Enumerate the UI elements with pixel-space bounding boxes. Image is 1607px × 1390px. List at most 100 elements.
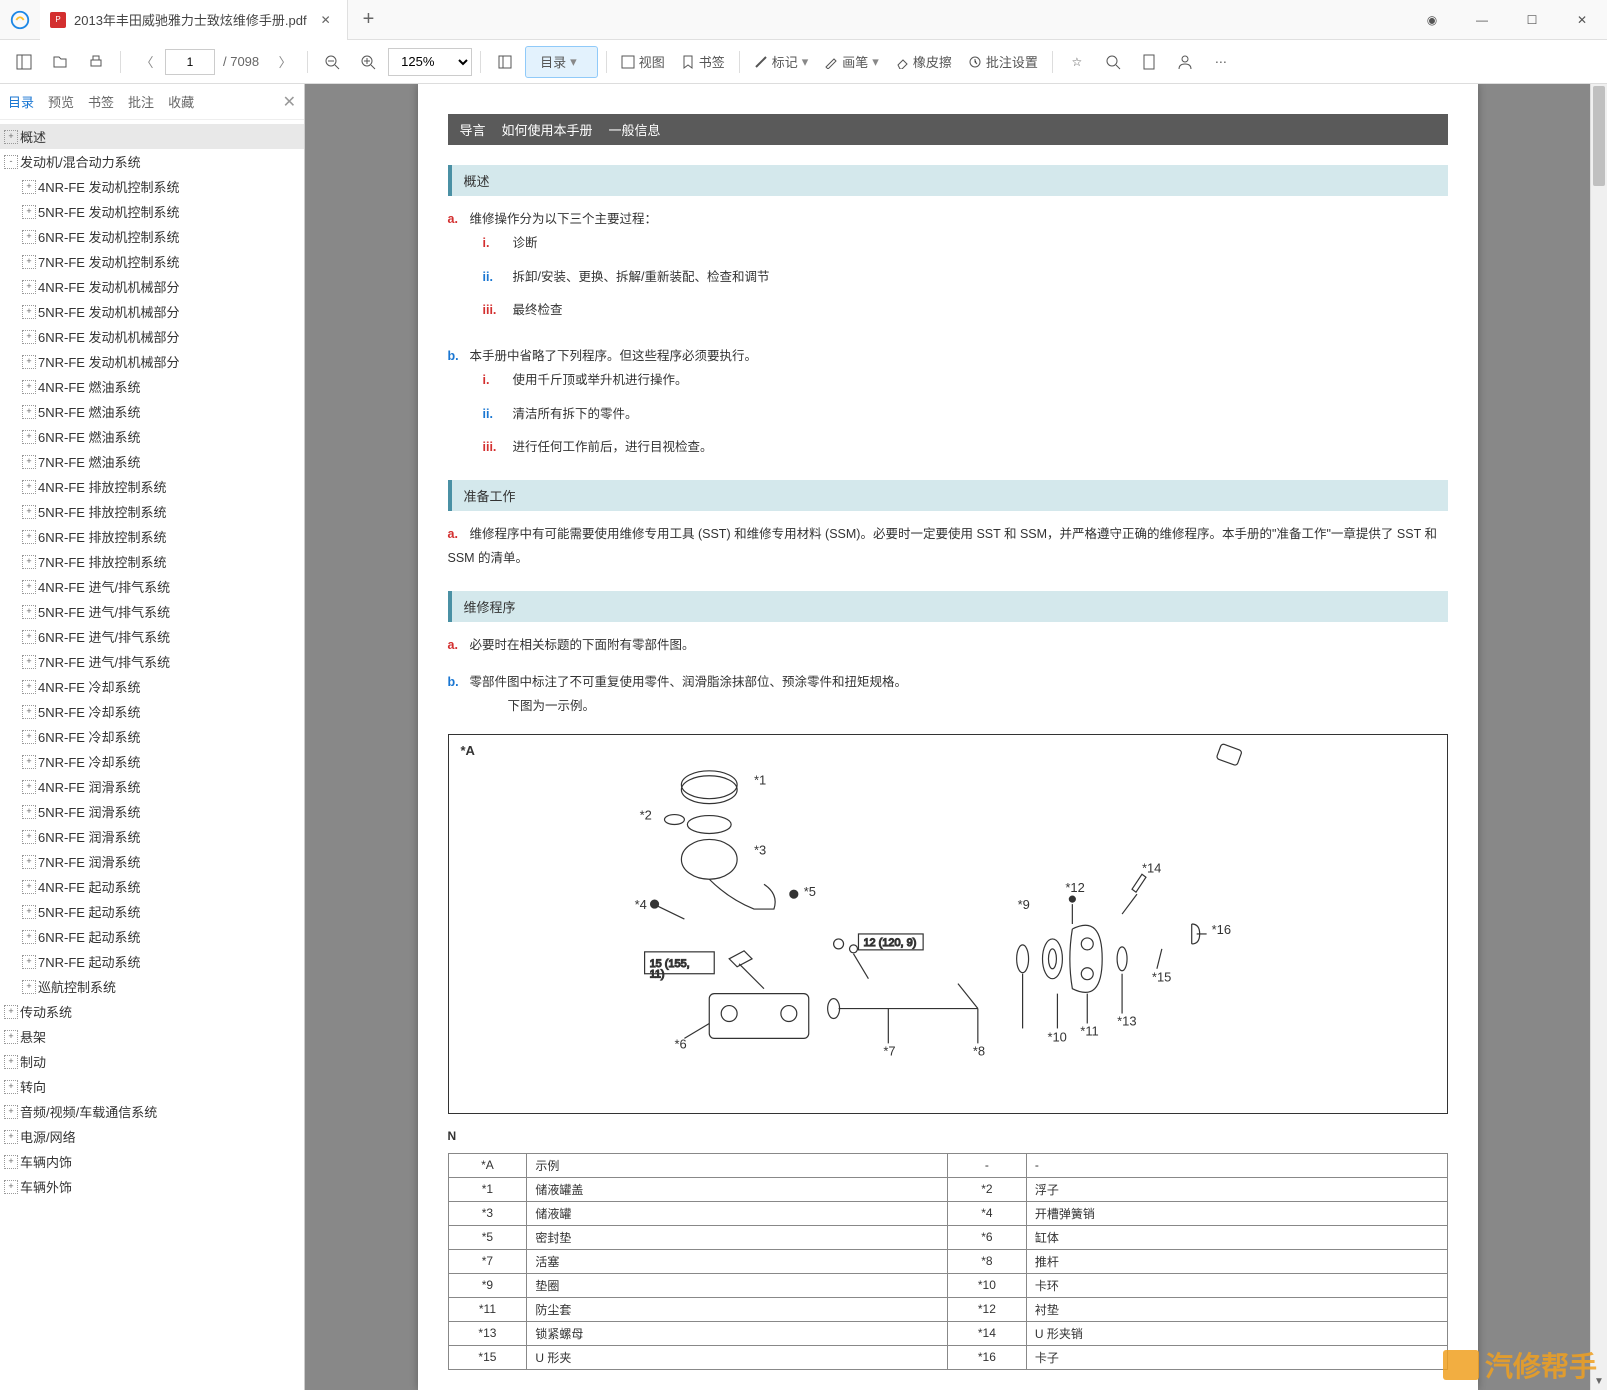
layout-icon[interactable] <box>489 46 521 78</box>
settings-gear-icon[interactable]: ◉ <box>1407 0 1457 40</box>
expand-icon[interactable]: + <box>22 930 36 944</box>
tree-item[interactable]: +5NR-FE 排放控制系统 <box>0 499 304 524</box>
expand-icon[interactable]: + <box>22 305 36 319</box>
tree-item[interactable]: +6NR-FE 冷却系统 <box>0 724 304 749</box>
more-icon[interactable]: ⋯ <box>1205 46 1237 78</box>
tree-item[interactable]: +4NR-FE 起动系统 <box>0 874 304 899</box>
expand-icon[interactable]: + <box>4 1155 18 1169</box>
sidebar-close-icon[interactable]: ✕ <box>283 92 296 112</box>
star-icon[interactable]: ☆ <box>1061 46 1093 78</box>
expand-icon[interactable]: + <box>22 780 36 794</box>
new-tab-button[interactable]: + <box>348 8 390 31</box>
tree-item[interactable]: +5NR-FE 进气/排气系统 <box>0 599 304 624</box>
minimize-button[interactable]: — <box>1457 0 1507 40</box>
tree-item[interactable]: +巡航控制系统 <box>0 974 304 999</box>
expand-icon[interactable]: + <box>4 130 18 144</box>
expand-icon[interactable]: + <box>22 380 36 394</box>
expand-icon[interactable]: + <box>22 980 36 994</box>
sidebar-tab-toc[interactable]: 目录 <box>8 92 34 111</box>
expand-icon[interactable]: + <box>4 1005 18 1019</box>
vertical-scrollbar[interactable]: ▲ ▼ <box>1590 84 1607 1390</box>
expand-icon[interactable]: + <box>4 1055 18 1069</box>
expand-icon[interactable]: + <box>4 1080 18 1094</box>
batch-annotation-button[interactable]: 批注设置 <box>962 46 1044 78</box>
expand-icon[interactable]: + <box>22 905 36 919</box>
tree-item[interactable]: +7NR-FE 发动机机械部分 <box>0 349 304 374</box>
tree-item[interactable]: +5NR-FE 发动机机械部分 <box>0 299 304 324</box>
tree-item[interactable]: +6NR-FE 发动机机械部分 <box>0 324 304 349</box>
tree-item[interactable]: +车辆内饰 <box>0 1149 304 1174</box>
sidebar-tab-annot[interactable]: 批注 <box>128 92 154 111</box>
expand-icon[interactable]: + <box>22 230 36 244</box>
page-number-input[interactable] <box>165 49 215 75</box>
tree-item[interactable]: +传动系统 <box>0 999 304 1024</box>
expand-icon[interactable]: + <box>4 1030 18 1044</box>
tree-item[interactable]: +转向 <box>0 1074 304 1099</box>
maximize-button[interactable]: ☐ <box>1507 0 1557 40</box>
scrollbar-thumb[interactable] <box>1593 86 1605 186</box>
expand-icon[interactable]: + <box>4 1130 18 1144</box>
tree-item[interactable]: +6NR-FE 发动机控制系统 <box>0 224 304 249</box>
tree-item[interactable]: +概述 <box>0 124 304 149</box>
tree-item[interactable]: +7NR-FE 起动系统 <box>0 949 304 974</box>
print-icon[interactable] <box>80 46 112 78</box>
tree-item[interactable]: +制动 <box>0 1049 304 1074</box>
bookmark-button[interactable]: 书签 <box>675 46 731 78</box>
tree-item[interactable]: +4NR-FE 燃油系统 <box>0 374 304 399</box>
document-tab[interactable]: P 2013年丰田威驰雅力士致炫维修手册.pdf ✕ <box>40 0 348 40</box>
tree-item[interactable]: +7NR-FE 发动机控制系统 <box>0 249 304 274</box>
tree-item[interactable]: -发动机/混合动力系统 <box>0 149 304 174</box>
tree-item[interactable]: +4NR-FE 冷却系统 <box>0 674 304 699</box>
tree-item[interactable]: +7NR-FE 进气/排气系统 <box>0 649 304 674</box>
app-logo-icon[interactable] <box>0 0 40 40</box>
tree-item[interactable]: +电源/网络 <box>0 1124 304 1149</box>
sidebar-toggle-icon[interactable] <box>8 46 40 78</box>
open-file-icon[interactable] <box>44 46 76 78</box>
expand-icon[interactable]: + <box>22 680 36 694</box>
prev-page-button[interactable]: 〈 <box>129 46 161 78</box>
expand-icon[interactable]: + <box>22 805 36 819</box>
tree-item[interactable]: +4NR-FE 进气/排气系统 <box>0 574 304 599</box>
tree-item[interactable]: +6NR-FE 排放控制系统 <box>0 524 304 549</box>
expand-icon[interactable]: + <box>22 630 36 644</box>
expand-icon[interactable]: + <box>22 705 36 719</box>
tree-item[interactable]: +7NR-FE 燃油系统 <box>0 449 304 474</box>
pdf-viewer[interactable]: 导言 如何使用本手册 一般信息 概述 a.维修操作分为以下三个主要过程： i.诊… <box>305 84 1590 1390</box>
tree-item[interactable]: +6NR-FE 起动系统 <box>0 924 304 949</box>
pen-button[interactable]: 画笔 ▾ <box>818 46 885 78</box>
expand-icon[interactable]: + <box>22 655 36 669</box>
tree-item[interactable]: +7NR-FE 排放控制系统 <box>0 549 304 574</box>
mark-button[interactable]: 标记 ▾ <box>748 46 815 78</box>
collapse-icon[interactable]: - <box>4 155 18 169</box>
expand-icon[interactable]: + <box>22 605 36 619</box>
user-icon[interactable] <box>1169 46 1201 78</box>
tree-item[interactable]: +4NR-FE 润滑系统 <box>0 774 304 799</box>
expand-icon[interactable]: + <box>22 530 36 544</box>
expand-icon[interactable]: + <box>22 255 36 269</box>
expand-icon[interactable]: + <box>22 355 36 369</box>
tree-item[interactable]: +悬架 <box>0 1024 304 1049</box>
zoom-select[interactable]: 125% <box>388 48 472 76</box>
toc-dropdown[interactable]: 目录 ▾ <box>525 46 598 78</box>
sidebar-tab-fav[interactable]: 收藏 <box>168 92 194 111</box>
tree-item[interactable]: +4NR-FE 发动机机械部分 <box>0 274 304 299</box>
view-button[interactable]: 视图 <box>615 46 671 78</box>
tab-close-icon[interactable]: ✕ <box>315 11 337 29</box>
tree-item[interactable]: +5NR-FE 起动系统 <box>0 899 304 924</box>
expand-icon[interactable]: + <box>22 330 36 344</box>
tree-item[interactable]: +6NR-FE 润滑系统 <box>0 824 304 849</box>
tree-item[interactable]: +5NR-FE 冷却系统 <box>0 699 304 724</box>
search-icon[interactable] <box>1097 46 1129 78</box>
expand-icon[interactable]: + <box>4 1105 18 1119</box>
tree-item[interactable]: +6NR-FE 燃油系统 <box>0 424 304 449</box>
expand-icon[interactable]: + <box>22 505 36 519</box>
expand-icon[interactable]: + <box>22 430 36 444</box>
tree-item[interactable]: +6NR-FE 进气/排气系统 <box>0 624 304 649</box>
expand-icon[interactable]: + <box>22 580 36 594</box>
sidebar-tab-preview[interactable]: 预览 <box>48 92 74 111</box>
tree-item[interactable]: +5NR-FE 发动机控制系统 <box>0 199 304 224</box>
expand-icon[interactable]: + <box>22 730 36 744</box>
expand-icon[interactable]: + <box>22 280 36 294</box>
tree-item[interactable]: +7NR-FE 润滑系统 <box>0 849 304 874</box>
zoom-in-icon[interactable] <box>352 46 384 78</box>
